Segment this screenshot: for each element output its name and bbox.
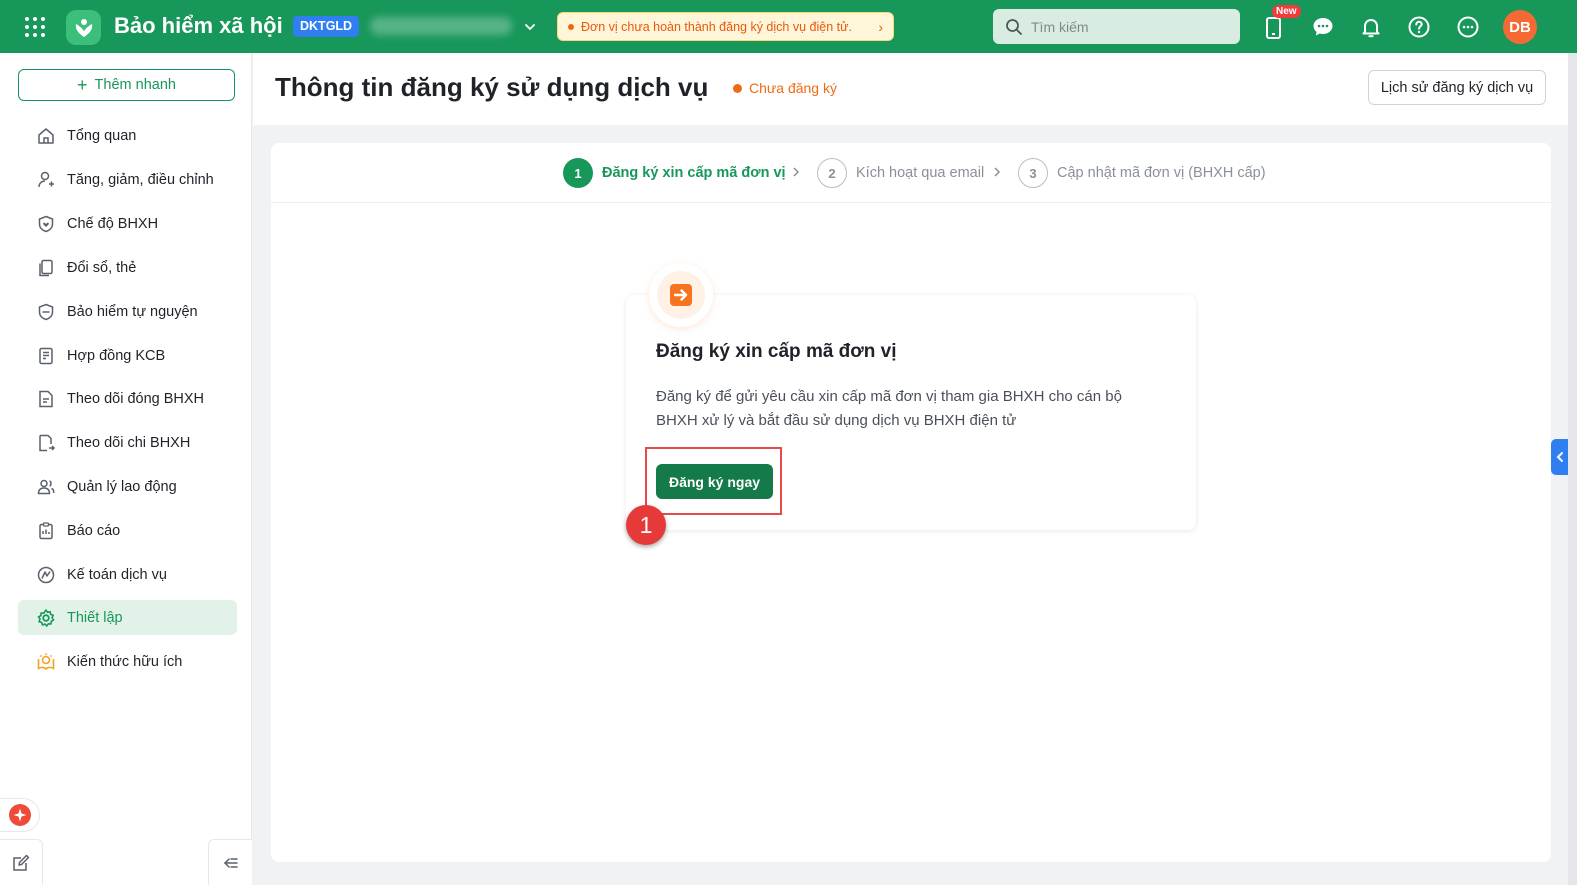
card-description: Đăng ký để gửi yêu cầu xin cấp mã đơn vị… xyxy=(656,388,1122,429)
status-dot-icon xyxy=(733,83,742,93)
sidebar-item-label: Báo cáo xyxy=(67,522,121,539)
page-header: Thông tin đăng ký sử dụng dịch vụ Chưa đ… xyxy=(253,53,1577,125)
annotation-step-marker: 1 xyxy=(626,505,666,545)
step-2[interactable]: 2 Kích hoạt qua email xyxy=(817,158,984,188)
main-content-card: 1 Đăng ký xin cấp mã đơn vị 2 Kích hoạt … xyxy=(271,143,1551,862)
warning-dot-icon xyxy=(568,23,574,30)
search-icon xyxy=(1005,18,1023,36)
step-3[interactable]: 3 Cập nhật mã đơn vị (BHXH cấp) xyxy=(1018,158,1266,188)
user-adjust-icon xyxy=(35,169,57,191)
sidebar-item-label: Chế độ BHXH xyxy=(67,215,159,232)
top-bar: Bảo hiểm xã hội DKTGLD Đơn vị chưa hoàn … xyxy=(0,0,1577,53)
sidebar-item-knowledge[interactable]: Kiến thức hữu ích xyxy=(18,644,237,679)
sidebar-item-label: Kế toán dịch vụ xyxy=(67,566,167,583)
home-icon xyxy=(35,125,57,147)
more-options-icon[interactable] xyxy=(1455,14,1481,40)
sidebar-item-payout-tracking[interactable]: Theo dõi chi BHXH xyxy=(18,425,237,460)
chevron-right-icon xyxy=(789,165,803,179)
plus-icon: + xyxy=(77,74,88,95)
sidebar-item-label: Quản lý lao động xyxy=(67,478,177,495)
users-icon xyxy=(35,476,57,498)
sidebar-item-voluntary-insurance[interactable]: Bảo hiểm tự nguyện xyxy=(18,294,237,329)
sidebar-item-label: Thiết lập xyxy=(67,609,123,626)
right-scroll-strip xyxy=(1568,53,1577,885)
registration-status: Chưa đăng ký xyxy=(733,80,837,96)
app-title[interactable]: Bảo hiểm xã hội xyxy=(114,13,283,39)
collapse-icon xyxy=(222,854,240,872)
unit-code-badge: DKTGLD xyxy=(293,16,360,37)
contract-icon xyxy=(35,345,57,367)
step-1[interactable]: 1 Đăng ký xin cấp mã đơn vị xyxy=(563,158,786,188)
sign-in-arrow-icon xyxy=(668,282,694,308)
sidebar-item-reports[interactable]: Báo cáo xyxy=(18,513,237,548)
warning-text: Đơn vị chưa hoàn thành đăng ký dịch vụ đ… xyxy=(581,19,852,34)
sidebar-item-label: Theo dõi chi BHXH xyxy=(67,434,191,451)
search-input[interactable] xyxy=(1031,18,1231,35)
sidebar-item-label: Tổng quan xyxy=(67,127,137,144)
accounting-icon xyxy=(35,564,57,586)
unit-name-blurred[interactable] xyxy=(370,17,512,35)
step-label: Cập nhật mã đơn vị (BHXH cấp) xyxy=(1057,165,1266,181)
sidebar-item-label: Tăng, giảm, điều chỉnh xyxy=(67,171,214,188)
report-icon xyxy=(35,520,57,542)
knowledge-icon xyxy=(35,651,57,673)
app-logo-icon[interactable] xyxy=(66,10,101,45)
shield-icon xyxy=(35,301,57,323)
registration-warning-banner[interactable]: Đơn vị chưa hoàn thành đăng ký dịch vụ đ… xyxy=(557,12,894,41)
documents-icon xyxy=(35,257,57,279)
apps-grid-icon[interactable] xyxy=(22,14,48,40)
sidebar-item-book-card-exchange[interactable]: Đổi sổ, thẻ xyxy=(18,250,237,285)
sidebar-item-payment-tracking[interactable]: Theo dõi đóng BHXH xyxy=(18,381,237,416)
quick-add-button[interactable]: + Thêm nhanh xyxy=(18,69,235,101)
sidebar: + Thêm nhanh Tổng quan Tăng, giảm, điều … xyxy=(0,53,252,885)
unit-switcher-chevron-icon[interactable] xyxy=(522,19,538,35)
registration-history-button[interactable]: Lịch sử đăng ký dịch vụ xyxy=(1368,70,1546,105)
tracking-icon xyxy=(35,388,57,410)
sidebar-item-label: Hợp đồng KCB xyxy=(67,347,166,364)
sidebar-item-labor-management[interactable]: Quản lý lao động xyxy=(18,469,237,504)
register-icon-badge xyxy=(649,263,713,327)
chevron-right-icon xyxy=(990,165,1004,179)
sidebar-item-overview[interactable]: Tổng quan xyxy=(18,118,237,153)
sparkle-icon xyxy=(8,804,31,826)
help-icon[interactable] xyxy=(1406,14,1432,40)
step-number: 2 xyxy=(817,158,847,188)
sidebar-item-settings[interactable]: Thiết lập xyxy=(18,600,237,635)
pencil-icon xyxy=(11,853,31,873)
side-panel-toggle[interactable] xyxy=(1551,439,1568,475)
sidebar-item-adjustments[interactable]: Tăng, giảm, điều chỉnh xyxy=(18,162,237,197)
step-label: Đăng ký xin cấp mã đơn vị xyxy=(602,165,786,181)
ai-assistant-button[interactable] xyxy=(0,798,40,832)
sidebar-item-label: Bảo hiểm tự nguyện xyxy=(67,303,198,320)
chat-icon[interactable] xyxy=(1310,14,1336,40)
feedback-edit-button[interactable] xyxy=(0,839,43,885)
sidebar-item-label: Đổi sổ, thẻ xyxy=(67,259,137,276)
gear-icon xyxy=(35,607,57,629)
register-now-button[interactable]: Đăng ký ngay xyxy=(656,464,773,499)
chevron-left-icon xyxy=(1554,450,1566,464)
new-badge: New xyxy=(1272,5,1301,18)
user-avatar[interactable]: DB xyxy=(1503,10,1537,44)
status-text: Chưa đăng ký xyxy=(749,80,837,96)
bell-icon[interactable] xyxy=(1358,14,1384,40)
collapse-sidebar-button[interactable] xyxy=(208,839,252,885)
sidebar-item-accounting-service[interactable]: Kế toán dịch vụ xyxy=(18,557,237,592)
registration-stepper: 1 Đăng ký xin cấp mã đơn vị 2 Kích hoạt … xyxy=(271,143,1551,203)
sidebar-item-label: Theo dõi đóng BHXH xyxy=(67,390,205,407)
sidebar-item-bhxh-benefits[interactable]: Chế độ BHXH xyxy=(18,206,237,241)
sidebar-item-kcb-contract[interactable]: Hợp đồng KCB xyxy=(18,338,237,373)
step-label: Kích hoạt qua email xyxy=(856,165,985,181)
register-unit-code-card: Đăng ký xin cấp mã đơn vị Đăng ký để gửi… xyxy=(626,263,1196,530)
shield-heart-icon xyxy=(35,213,57,235)
payout-icon xyxy=(35,432,57,454)
chevron-right-icon: › xyxy=(878,18,883,35)
card-title: Đăng ký xin cấp mã đơn vị xyxy=(656,341,897,362)
step-number: 3 xyxy=(1018,158,1048,188)
search-box[interactable] xyxy=(993,9,1240,44)
quick-add-label: Thêm nhanh xyxy=(94,77,176,93)
page-title: Thông tin đăng ký sử dụng dịch vụ xyxy=(275,72,709,102)
step-number: 1 xyxy=(563,158,593,188)
sidebar-item-label: Kiến thức hữu ích xyxy=(67,653,183,670)
